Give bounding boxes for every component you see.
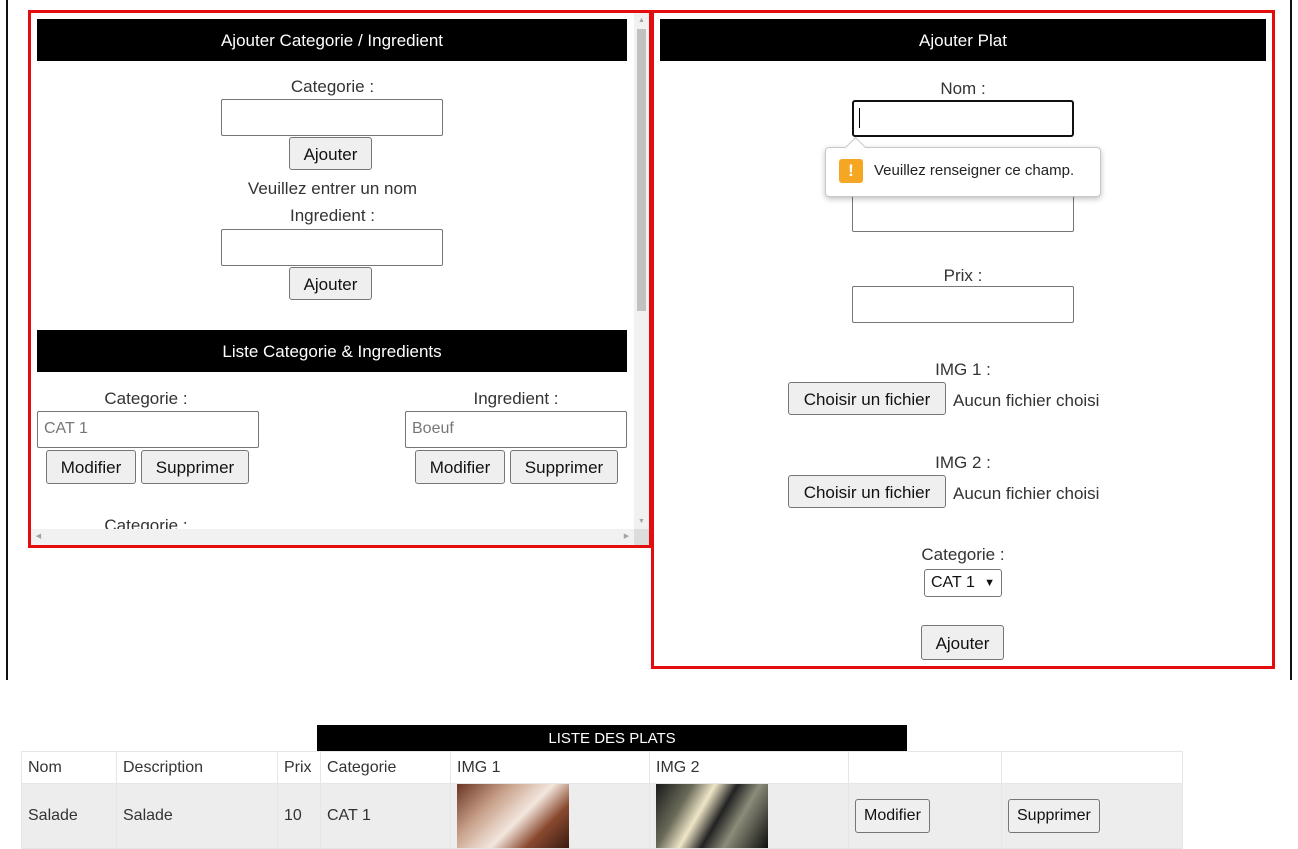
- scroll-up-icon[interactable]: ▲: [634, 13, 649, 28]
- img2-file-button[interactable]: Choisir un fichier: [788, 475, 946, 508]
- scrollbar-corner: [634, 529, 649, 545]
- modify-categorie-button[interactable]: Modifier: [46, 450, 136, 484]
- plat-img2-thumbnail: [656, 784, 768, 848]
- col-prix: Prix: [277, 751, 321, 784]
- tooltip-text: Veuillez renseigner ce champ.: [874, 162, 1075, 179]
- plat-modify-cell: Modifier: [848, 783, 1002, 849]
- plat-delete-cell: Supprimer: [1001, 783, 1183, 849]
- categorie-ingredient-panel: Ajouter Categorie / Ingredient Categorie…: [28, 10, 652, 548]
- page-left-border: [6, 0, 8, 680]
- scroll-down-icon[interactable]: ▼: [634, 514, 649, 529]
- list-ingredient-input[interactable]: Boeuf: [405, 411, 627, 448]
- categorie-validation-message: Veuillez entrer un nom: [247, 179, 418, 198]
- plat-prix: 10: [277, 783, 321, 849]
- list-ingredient-label: Ingredient :: [473, 389, 559, 408]
- col-description: Description: [116, 751, 278, 784]
- vertical-scroll-thumb[interactable]: [637, 29, 646, 311]
- modify-plat-button[interactable]: Modifier: [855, 799, 930, 833]
- col-categorie: Categorie: [320, 751, 451, 784]
- plat-categorie: CAT 1: [320, 783, 451, 849]
- modify-ingredient-button[interactable]: Modifier: [415, 450, 505, 484]
- img1-file-status: Aucun fichier choisi: [953, 391, 1100, 410]
- table-header-row: Nom Description Prix Categorie IMG 1 IMG…: [21, 751, 1183, 784]
- nom-input[interactable]: [852, 100, 1074, 137]
- description-input[interactable]: [852, 195, 1074, 232]
- img2-label: IMG 2 :: [935, 453, 991, 472]
- prix-input[interactable]: [852, 286, 1074, 323]
- prix-label: Prix :: [943, 266, 983, 285]
- ingredient-label: Ingredient :: [289, 206, 376, 225]
- vertical-scrollbar[interactable]: ▲ ▼: [634, 13, 649, 529]
- list-categorie-input[interactable]: CAT 1: [37, 411, 259, 448]
- ingredient-input[interactable]: [221, 229, 443, 266]
- horizontal-scrollbar[interactable]: ◀ ▶: [31, 529, 634, 545]
- img1-file-button[interactable]: Choisir un fichier: [788, 382, 946, 415]
- categorie-label: Categorie :: [290, 77, 375, 96]
- plat-img1-thumbnail: [457, 784, 569, 848]
- categorie-select[interactable]: CAT 1 ▼: [924, 569, 1002, 597]
- delete-ingredient-button[interactable]: Supprimer: [510, 450, 618, 484]
- page-right-border: [1290, 0, 1292, 680]
- text-caret: [859, 108, 860, 128]
- col-modify: [848, 751, 1002, 784]
- col-img2: IMG 2: [649, 751, 849, 784]
- list-categorie-label: Categorie :: [104, 389, 188, 408]
- chevron-down-icon: ▼: [984, 577, 995, 589]
- img2-file-status: Aucun fichier choisi: [953, 484, 1100, 503]
- add-categorie-ingredient-header: Ajouter Categorie / Ingredient: [37, 19, 627, 61]
- add-ingredient-button[interactable]: Ajouter: [289, 267, 372, 300]
- col-nom: Nom: [21, 751, 117, 784]
- plat-nom: Salade: [21, 783, 117, 849]
- plat-description: Salade: [116, 783, 278, 849]
- plat-categorie-label: Categorie :: [921, 545, 1005, 564]
- col-delete: [1001, 751, 1183, 784]
- plats-table: Nom Description Prix Categorie IMG 1 IMG…: [21, 751, 1183, 849]
- liste-plats-header: LISTE DES PLATS: [317, 725, 907, 751]
- list-categorie-ingredients-header: Liste Categorie & Ingredients: [37, 330, 627, 372]
- categorie-select-value: CAT 1: [931, 574, 975, 591]
- categorie-input[interactable]: [221, 99, 443, 136]
- warning-icon: !: [839, 159, 863, 183]
- next-categorie-label: Categorie :: [104, 516, 188, 529]
- add-categorie-button[interactable]: Ajouter: [289, 137, 372, 170]
- scroll-right-icon[interactable]: ▶: [619, 529, 634, 545]
- scroll-left-icon[interactable]: ◀: [31, 529, 46, 545]
- table-row: Salade Salade 10 CAT 1 Modifier Supprime…: [21, 783, 1183, 849]
- plat-img2-cell: [649, 783, 849, 849]
- col-img1: IMG 1: [450, 751, 650, 784]
- plat-img1-cell: [450, 783, 650, 849]
- add-plat-button[interactable]: Ajouter: [921, 625, 1004, 660]
- categorie-ingredient-scroll-area[interactable]: Ajouter Categorie / Ingredient Categorie…: [31, 13, 634, 529]
- delete-plat-button[interactable]: Supprimer: [1008, 799, 1100, 833]
- ajouter-plat-panel: Ajouter Plat Nom : Prix : IMG 1 : Choisi…: [651, 10, 1275, 669]
- ajouter-plat-header: Ajouter Plat: [660, 19, 1266, 61]
- img1-label: IMG 1 :: [935, 360, 991, 379]
- nom-label: Nom :: [940, 79, 986, 98]
- delete-categorie-button[interactable]: Supprimer: [141, 450, 249, 484]
- validation-tooltip: ! Veuillez renseigner ce champ.: [825, 136, 1101, 197]
